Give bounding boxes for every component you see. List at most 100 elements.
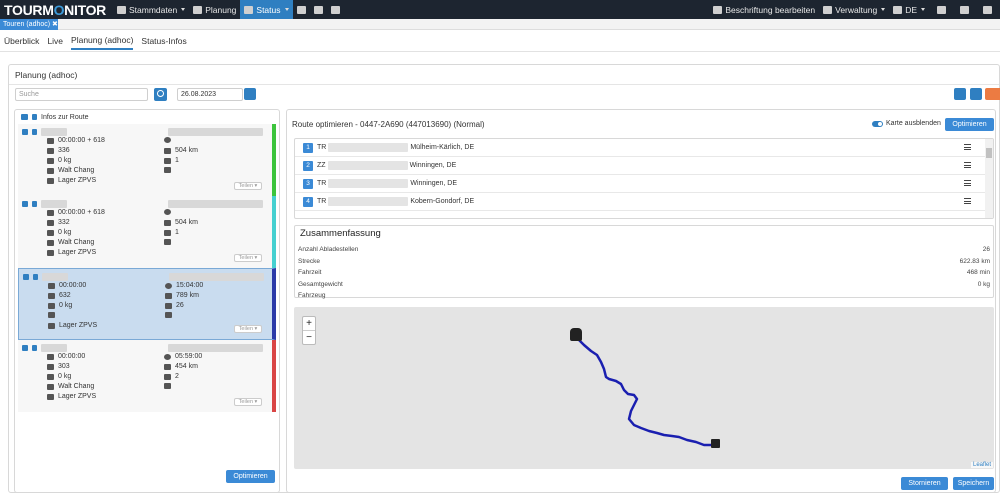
edit-labels-button[interactable]: Beschriftung bearbeiten — [709, 0, 819, 19]
date-field[interactable]: 26.08.2023 — [177, 88, 243, 101]
stop-row[interactable]: 4 TR Kobern-Gondorf, DE — [295, 193, 985, 211]
caret-down-icon — [284, 8, 289, 11]
scrollbar[interactable] — [985, 139, 993, 218]
redacted-address — [328, 179, 409, 188]
map-marker-icon — [32, 345, 37, 351]
tab-live[interactable]: Live — [47, 32, 63, 50]
tour-card[interactable]: 00:00:00 + 618 336 0 kg Walt Chang Lager… — [18, 124, 276, 196]
tour-card[interactable]: 00:00:00 632 0 kg Lager ZPVS 15:04:00 78… — [18, 268, 276, 340]
clock-end-icon — [165, 282, 172, 289]
stop-list: 1 TR Mülheim-Kärlich, DE 2 ZZ Winningen,… — [294, 138, 994, 219]
gear-icon — [937, 5, 946, 14]
route-icon — [165, 292, 172, 299]
tab-planung-adhoc[interactable]: Planung (adhoc) — [71, 31, 134, 50]
top-navbar: TOURMONITOR Stammdaten Planung Status Be… — [0, 0, 1000, 19]
tab-ueberblick[interactable]: Überblick — [4, 32, 39, 50]
admin-menu[interactable]: Verwaltung — [819, 0, 889, 19]
map-icon — [164, 167, 171, 173]
route-icon — [164, 147, 171, 154]
stop-number-badge: 2 — [303, 160, 313, 171]
clock-icon — [48, 282, 55, 289]
language-menu[interactable]: DE — [889, 0, 929, 19]
map-marker-icon — [32, 201, 37, 207]
map-icon — [165, 312, 172, 318]
redacted-address — [327, 161, 408, 170]
play-button[interactable] — [954, 88, 966, 100]
document-tab-strip: Touren (adhoc) ✖ — [0, 19, 1000, 30]
optimize-route-button[interactable]: Optimieren — [945, 118, 994, 131]
share-button[interactable]: Teilen ▾ — [234, 182, 262, 190]
summary-row: Strecke 622.83 km — [298, 257, 990, 265]
share-button[interactable]: Teilen ▾ — [234, 254, 262, 262]
truck-icon — [47, 239, 54, 246]
settings-button[interactable] — [929, 0, 954, 19]
caret-down-icon — [881, 8, 886, 11]
tour-card[interactable]: 00:00:00 + 618 332 0 kg Walt Chang Lager… — [18, 196, 276, 268]
toolbar: Suche 26.08.2023 — [15, 88, 1000, 102]
drag-handle-icon[interactable] — [964, 144, 971, 150]
tour-list-panel: Infos zur Route 00:00:00 + 618 336 0 kg … — [14, 109, 280, 493]
stop-row[interactable]: 3 TR Winningen, DE — [295, 175, 985, 193]
redacted-tour-name — [41, 344, 67, 352]
weight-icon — [48, 302, 55, 309]
nav-calculator[interactable] — [310, 0, 327, 19]
search-button[interactable] — [154, 88, 167, 101]
route-icon — [22, 201, 28, 207]
filter-button[interactable] — [985, 88, 1000, 100]
redacted-address — [328, 143, 409, 152]
share-button[interactable]: Teilen ▾ — [234, 325, 262, 333]
save-button[interactable]: Speichern — [953, 477, 994, 490]
stop-number-badge: 4 — [303, 196, 313, 207]
app-logo[interactable]: TOURMONITOR — [0, 2, 113, 18]
calendar-button[interactable] — [244, 88, 256, 100]
route-icon — [164, 363, 171, 370]
map-marker-icon — [32, 114, 37, 120]
redacted-tour-info — [169, 273, 264, 281]
drag-handle-icon[interactable] — [964, 162, 971, 168]
weight-icon — [47, 229, 54, 236]
history-icon — [47, 219, 54, 226]
start-marker-icon[interactable] — [570, 328, 582, 341]
drag-handle-icon[interactable] — [964, 180, 971, 186]
cogs-icon — [823, 5, 833, 14]
user-menu[interactable] — [975, 0, 1000, 19]
nav-planung[interactable]: Planung — [189, 0, 240, 19]
redacted-tour-info — [168, 200, 263, 208]
tour-list-header: Infos zur Route — [15, 110, 279, 124]
end-marker-icon[interactable] — [711, 439, 720, 448]
notifications-button[interactable] — [954, 0, 975, 19]
stop-row[interactable]: 2 ZZ Winningen, DE — [295, 157, 985, 175]
nav-map[interactable] — [327, 0, 344, 19]
search-input[interactable]: Suche — [15, 88, 148, 101]
weight-icon — [47, 157, 54, 164]
summary-row: Fahrzeit 468 min — [298, 269, 990, 276]
drag-handle-icon[interactable] — [964, 198, 971, 204]
optimize-left-button[interactable]: Optimieren — [226, 470, 275, 483]
route-optimize-panel: Route optimieren - 0447-2A690 (447013690… — [286, 109, 996, 493]
stop-row[interactable] — [295, 211, 985, 218]
video-icon — [244, 5, 254, 14]
truck-icon — [47, 167, 54, 174]
leaflet-attribution[interactable]: Leaflet — [970, 462, 993, 468]
tour-card[interactable]: 00:00:00 303 0 kg Walt Chang Lager ZPVS … — [18, 340, 276, 412]
building-icon — [47, 249, 54, 256]
document-tab[interactable]: Touren (adhoc) ✖ — [0, 19, 58, 30]
route-map[interactable]: + − Leaflet — [294, 307, 994, 469]
card-title: Planung (adhoc) — [9, 65, 999, 85]
nav-stammdaten[interactable]: Stammdaten — [113, 0, 189, 19]
calculator-icon — [313, 5, 323, 14]
stop-row[interactable]: 1 TR Mülheim-Kärlich, DE — [295, 139, 985, 157]
clock-icon — [47, 353, 54, 360]
cancel-button[interactable]: Stornieren — [901, 477, 948, 490]
nav-print[interactable] — [293, 0, 310, 19]
redacted-tour-name — [41, 200, 67, 208]
grid-icon — [117, 5, 126, 14]
tab-status-infos[interactable]: Status-Infos — [141, 32, 186, 50]
palette-button[interactable] — [970, 88, 982, 100]
redacted-address — [328, 197, 409, 206]
hide-map-toggle[interactable] — [872, 121, 883, 127]
nav-status[interactable]: Status — [240, 0, 293, 19]
close-icon[interactable]: ✖ — [52, 21, 58, 28]
share-button[interactable]: Teilen ▾ — [234, 398, 262, 406]
caret-down-icon — [921, 8, 925, 11]
